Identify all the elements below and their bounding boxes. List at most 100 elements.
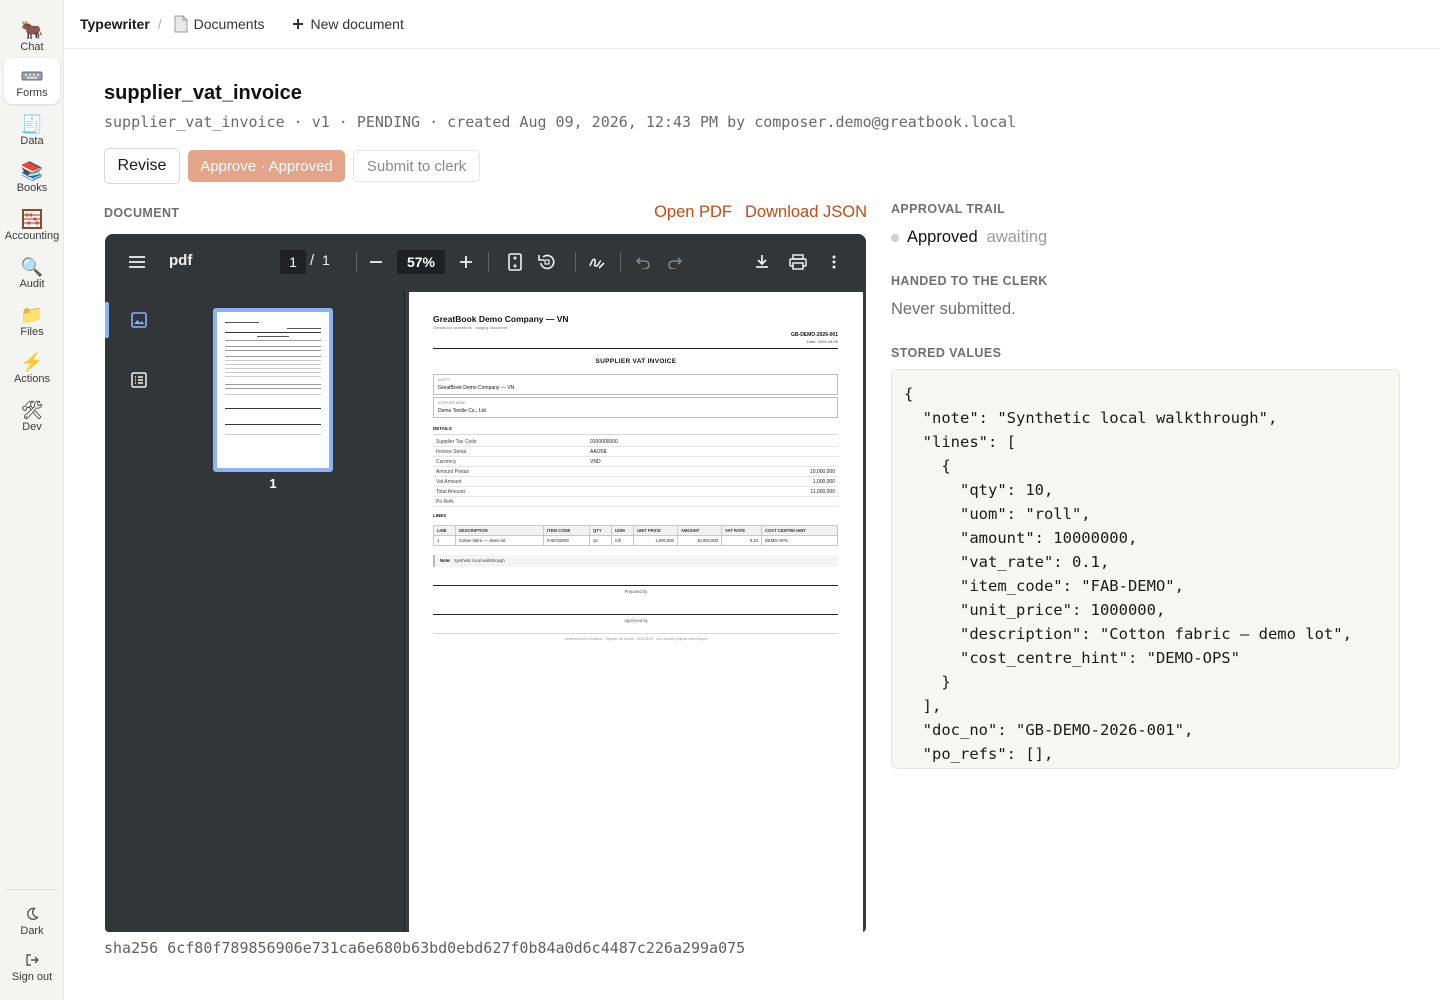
sign-out-icon — [25, 949, 39, 971]
annotate-icon[interactable] — [585, 250, 609, 274]
pdf-lines-header: VAT RATE — [721, 525, 762, 536]
pdf-signature-line — [433, 614, 838, 615]
pdf-lines-header: AMOUNT — [677, 525, 722, 536]
pdf-supplier-label: SUPPLIER NAME — [438, 401, 466, 405]
fit-page-icon[interactable] — [503, 250, 527, 274]
rail-item-label: Books — [16, 182, 48, 194]
menu-icon[interactable] — [125, 250, 149, 274]
pdf-lines-header: COST CENTRE HINT — [761, 525, 838, 536]
stored-values-panel[interactable]: { "note": "Synthetic local walkthrough",… — [891, 369, 1400, 769]
rail-divider — [4, 889, 60, 890]
pdf-detail-value: AA/26E — [590, 449, 607, 455]
pdf-detail-key: Amount Pretax — [436, 469, 470, 475]
open-pdf-link[interactable]: Open PDF — [654, 203, 732, 222]
submit-to-clerk-button[interactable]: Submit to clerk — [353, 150, 480, 182]
download-icon[interactable] — [750, 250, 774, 274]
outline-icon[interactable] — [127, 368, 151, 392]
toolbar-divider — [356, 252, 357, 272]
more-options-icon[interactable] — [822, 250, 846, 274]
pdf-note-label: Note: — [440, 558, 451, 563]
llama-icon: 🐂 — [20, 20, 44, 40]
rail-item-dark-mode[interactable]: Dark — [4, 896, 60, 942]
pdf-detail-row: Vat Amount 1,000,000 — [433, 477, 838, 487]
rail-item-accounting[interactable]: Accounting — [4, 201, 60, 247]
pdf-doc-no: GB-DEMO-2026-001 — [791, 332, 838, 338]
download-json-link[interactable]: Download JSON — [745, 203, 867, 222]
revise-button[interactable]: Revise — [104, 148, 180, 184]
breadcrumb-separator: / — [157, 16, 162, 32]
rail-item-label: Dev — [22, 421, 42, 433]
plus-icon — [292, 18, 304, 30]
document-links: Open PDF Download JSON — [654, 203, 867, 222]
pdf-signature-line — [433, 585, 838, 586]
pdf-detail-row: Po Refs — [433, 497, 838, 507]
left-rail: 🐂 Chat Forms 🧾 Data 📚 Books Accounting 🔍… — [0, 0, 64, 1000]
rail-item-label: Files — [20, 326, 44, 338]
books-icon: 📚 — [20, 161, 44, 181]
pdf-lines-cell: 1,000,000 — [633, 535, 678, 546]
pdf-supplier-box: SUPPLIER NAME Demo Textile Co., Ltd — [433, 397, 838, 418]
rail-item-dev[interactable]: 🛠 Dev — [4, 392, 60, 438]
pdf-note-box: Note: Synthetic local walkthrough — [433, 555, 838, 567]
pdf-lines-cell: 0.10 — [721, 535, 762, 546]
pdf-lines-cell: Cotton fabric — demo lot — [455, 535, 544, 546]
rail-item-label: Sign out — [11, 971, 53, 983]
sha256-hash: sha256 6cf80f789856906e731ca6e680b63bd0e… — [104, 939, 746, 957]
handed-to-clerk-value: Never submitted. — [891, 300, 1016, 318]
thumbnails-icon[interactable] — [127, 308, 151, 332]
print-icon[interactable] — [786, 250, 810, 274]
document-meta: supplier_vat_invoice · v1 · PENDING · cr… — [104, 113, 1017, 131]
pdf-lines-label: LINES — [433, 513, 447, 518]
pdf-toolbar: pdf 1 / 1 57% — [105, 234, 866, 290]
document-section-label: DOCUMENT — [104, 206, 180, 220]
pdf-detail-row: Invoice Serial AA/26E — [433, 447, 838, 457]
page-number-input[interactable]: 1 — [280, 250, 306, 274]
pdf-lines-cell: 10 — [589, 535, 612, 546]
zoom-out-icon[interactable] — [364, 250, 388, 274]
undo-icon[interactable] — [631, 250, 655, 274]
pdf-lines-cell: 1 — [433, 535, 456, 546]
pdf-file-name: pdf — [169, 252, 193, 269]
redo-icon[interactable] — [663, 250, 687, 274]
pdf-rule — [433, 348, 838, 349]
approval-trail-entry: Approved awaiting — [891, 228, 1047, 247]
pdf-company: GreatBook Demo Company — VN — [433, 314, 569, 324]
pdf-detail-key: Po Refs — [436, 499, 454, 505]
pdf-detail-row: Amount Pretax 10,000,000 — [433, 467, 838, 477]
pdf-rule — [433, 434, 838, 435]
pdf-note: Synthetic local walkthrough — [454, 558, 505, 563]
rail-item-sign-out[interactable]: Sign out — [4, 942, 60, 988]
rail-item-books[interactable]: 📚 Books — [4, 153, 60, 199]
pdf-detail-key: Total Amount — [436, 489, 465, 495]
pdf-rule — [433, 633, 838, 634]
pdf-page: GreatBook Demo Company — VN GreatBook op… — [409, 292, 863, 932]
stored-values-json: { "note": "Synthetic local walkthrough",… — [904, 385, 1352, 763]
pdf-detail-key: Vat Amount — [436, 479, 462, 485]
approve-button[interactable]: Approve · Approved — [188, 150, 345, 182]
breadcrumb-documents[interactable]: Documents — [174, 15, 264, 33]
page-total: 1 — [322, 252, 330, 268]
toolbar-divider — [575, 252, 576, 272]
thumbnail-sidebar: 1 — [105, 290, 405, 932]
keyboard-icon — [21, 65, 43, 87]
rotate-icon[interactable] — [535, 250, 559, 274]
moon-icon — [25, 903, 39, 925]
pdf-detail-value: 1,000,000 — [812, 479, 835, 485]
rail-item-label: Chat — [20, 41, 44, 53]
new-document-link[interactable]: New document — [292, 16, 404, 32]
approval-status: Approved — [907, 228, 978, 246]
zoom-in-icon[interactable] — [454, 250, 478, 274]
zoom-level-input[interactable]: 57% — [397, 250, 445, 274]
rail-item-chat[interactable]: 🐂 Chat — [4, 12, 60, 58]
rail-item-data[interactable]: 🧾 Data — [4, 106, 60, 152]
thumbnail-page-number: 1 — [269, 476, 277, 491]
rail-item-forms[interactable]: Forms — [4, 58, 60, 104]
rail-item-files[interactable]: 📁 Files — [4, 297, 60, 343]
pdf-detail-value: VND — [590, 459, 601, 465]
rail-item-actions[interactable]: ⚡ Actions — [4, 344, 60, 390]
page-separator: / — [310, 252, 315, 269]
rail-item-audit[interactable]: 🔍 Audit — [4, 249, 60, 295]
page-thumbnail[interactable] — [213, 308, 333, 472]
brand-name[interactable]: Typewriter — [80, 16, 150, 32]
pdf-details-label: DETAILS — [433, 426, 452, 431]
